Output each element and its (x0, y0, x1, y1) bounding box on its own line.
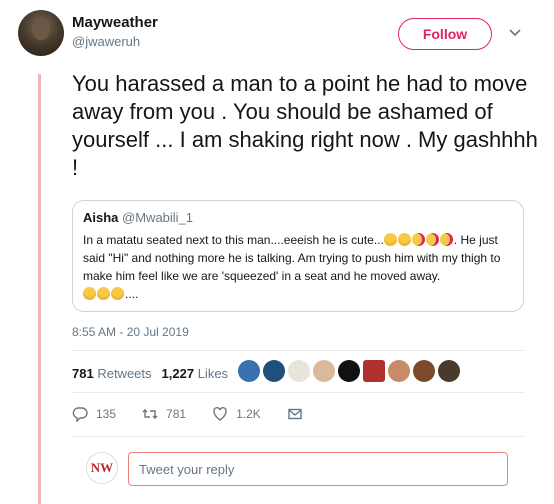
kissing-face-emoji-icon (411, 233, 425, 246)
kissing-face-emoji-icon (439, 233, 453, 246)
retweet-count: 781 (72, 366, 94, 381)
quoted-tweet[interactable]: Aisha @Mwabili_1 In a matatu seated next… (72, 200, 524, 312)
relieved-face-emoji-icon (111, 287, 124, 300)
reply-count: 135 (96, 407, 117, 421)
author-handle[interactable]: @jwaweruh (72, 34, 140, 49)
heart-icon (213, 406, 227, 421)
chevron-down-icon[interactable] (508, 26, 522, 40)
retweet-icon (142, 409, 158, 419)
envelope-icon (288, 408, 302, 420)
follow-button[interactable]: Follow (398, 18, 492, 50)
likers-avatars (238, 360, 460, 382)
reply-action[interactable]: 135 (72, 406, 116, 422)
retweet-action-count: 781 (166, 407, 187, 421)
message-action[interactable] (287, 406, 303, 422)
quote-header: Aisha @Mwabili_1 (83, 209, 513, 227)
quote-author-handle: @Mwabili_1 (122, 210, 194, 225)
liker-avatar[interactable] (413, 360, 435, 382)
divider (72, 436, 524, 437)
liker-avatar[interactable] (438, 360, 460, 382)
quote-author-name: Aisha (83, 210, 119, 225)
thread-line (38, 74, 41, 504)
reply-input[interactable]: Tweet your reply (128, 452, 508, 486)
current-user-avatar: NW (86, 452, 118, 484)
liker-avatar[interactable] (363, 360, 385, 382)
divider (72, 392, 524, 393)
author-avatar[interactable] (18, 10, 64, 56)
retweet-count-link[interactable]: 781 Retweets (72, 366, 152, 381)
retweet-label: Retweets (97, 366, 152, 381)
quote-text-part: .... (125, 287, 139, 301)
like-label: Likes (197, 366, 229, 381)
liker-avatar[interactable] (388, 360, 410, 382)
like-action[interactable]: 1.2K (212, 406, 261, 422)
liker-avatar[interactable] (263, 360, 285, 382)
liker-avatar[interactable] (338, 360, 360, 382)
liker-avatar[interactable] (288, 360, 310, 382)
tweet-text: You harassed a man to a point he had to … (72, 71, 538, 180)
divider (72, 350, 524, 351)
engagement-stats: 781 Retweets 1,227 Likes (72, 366, 228, 381)
relieved-face-emoji-icon (397, 233, 411, 246)
tweet-actions: 135 781 1.2K (72, 406, 329, 422)
relieved-face-emoji-icon (97, 287, 110, 300)
retweet-action[interactable]: 781 (142, 406, 186, 422)
like-count: 1,227 (161, 366, 195, 381)
like-action-count: 1.2K (236, 407, 261, 421)
kissing-face-emoji-icon (425, 233, 439, 246)
reply-icon (72, 407, 88, 422)
liker-avatar[interactable] (238, 360, 260, 382)
relieved-face-emoji-icon (383, 233, 397, 246)
liker-avatar[interactable] (313, 360, 335, 382)
quote-text: In a matatu seated next to this man....e… (83, 231, 515, 303)
quote-text-part: In a matatu seated next to this man....e… (83, 233, 384, 247)
tweet-timestamp[interactable]: 8:55 AM - 20 Jul 2019 (72, 325, 189, 339)
like-count-link[interactable]: 1,227 Likes (162, 366, 229, 381)
author-name[interactable]: Mayweather (72, 14, 158, 31)
relieved-face-emoji-icon (83, 287, 96, 300)
